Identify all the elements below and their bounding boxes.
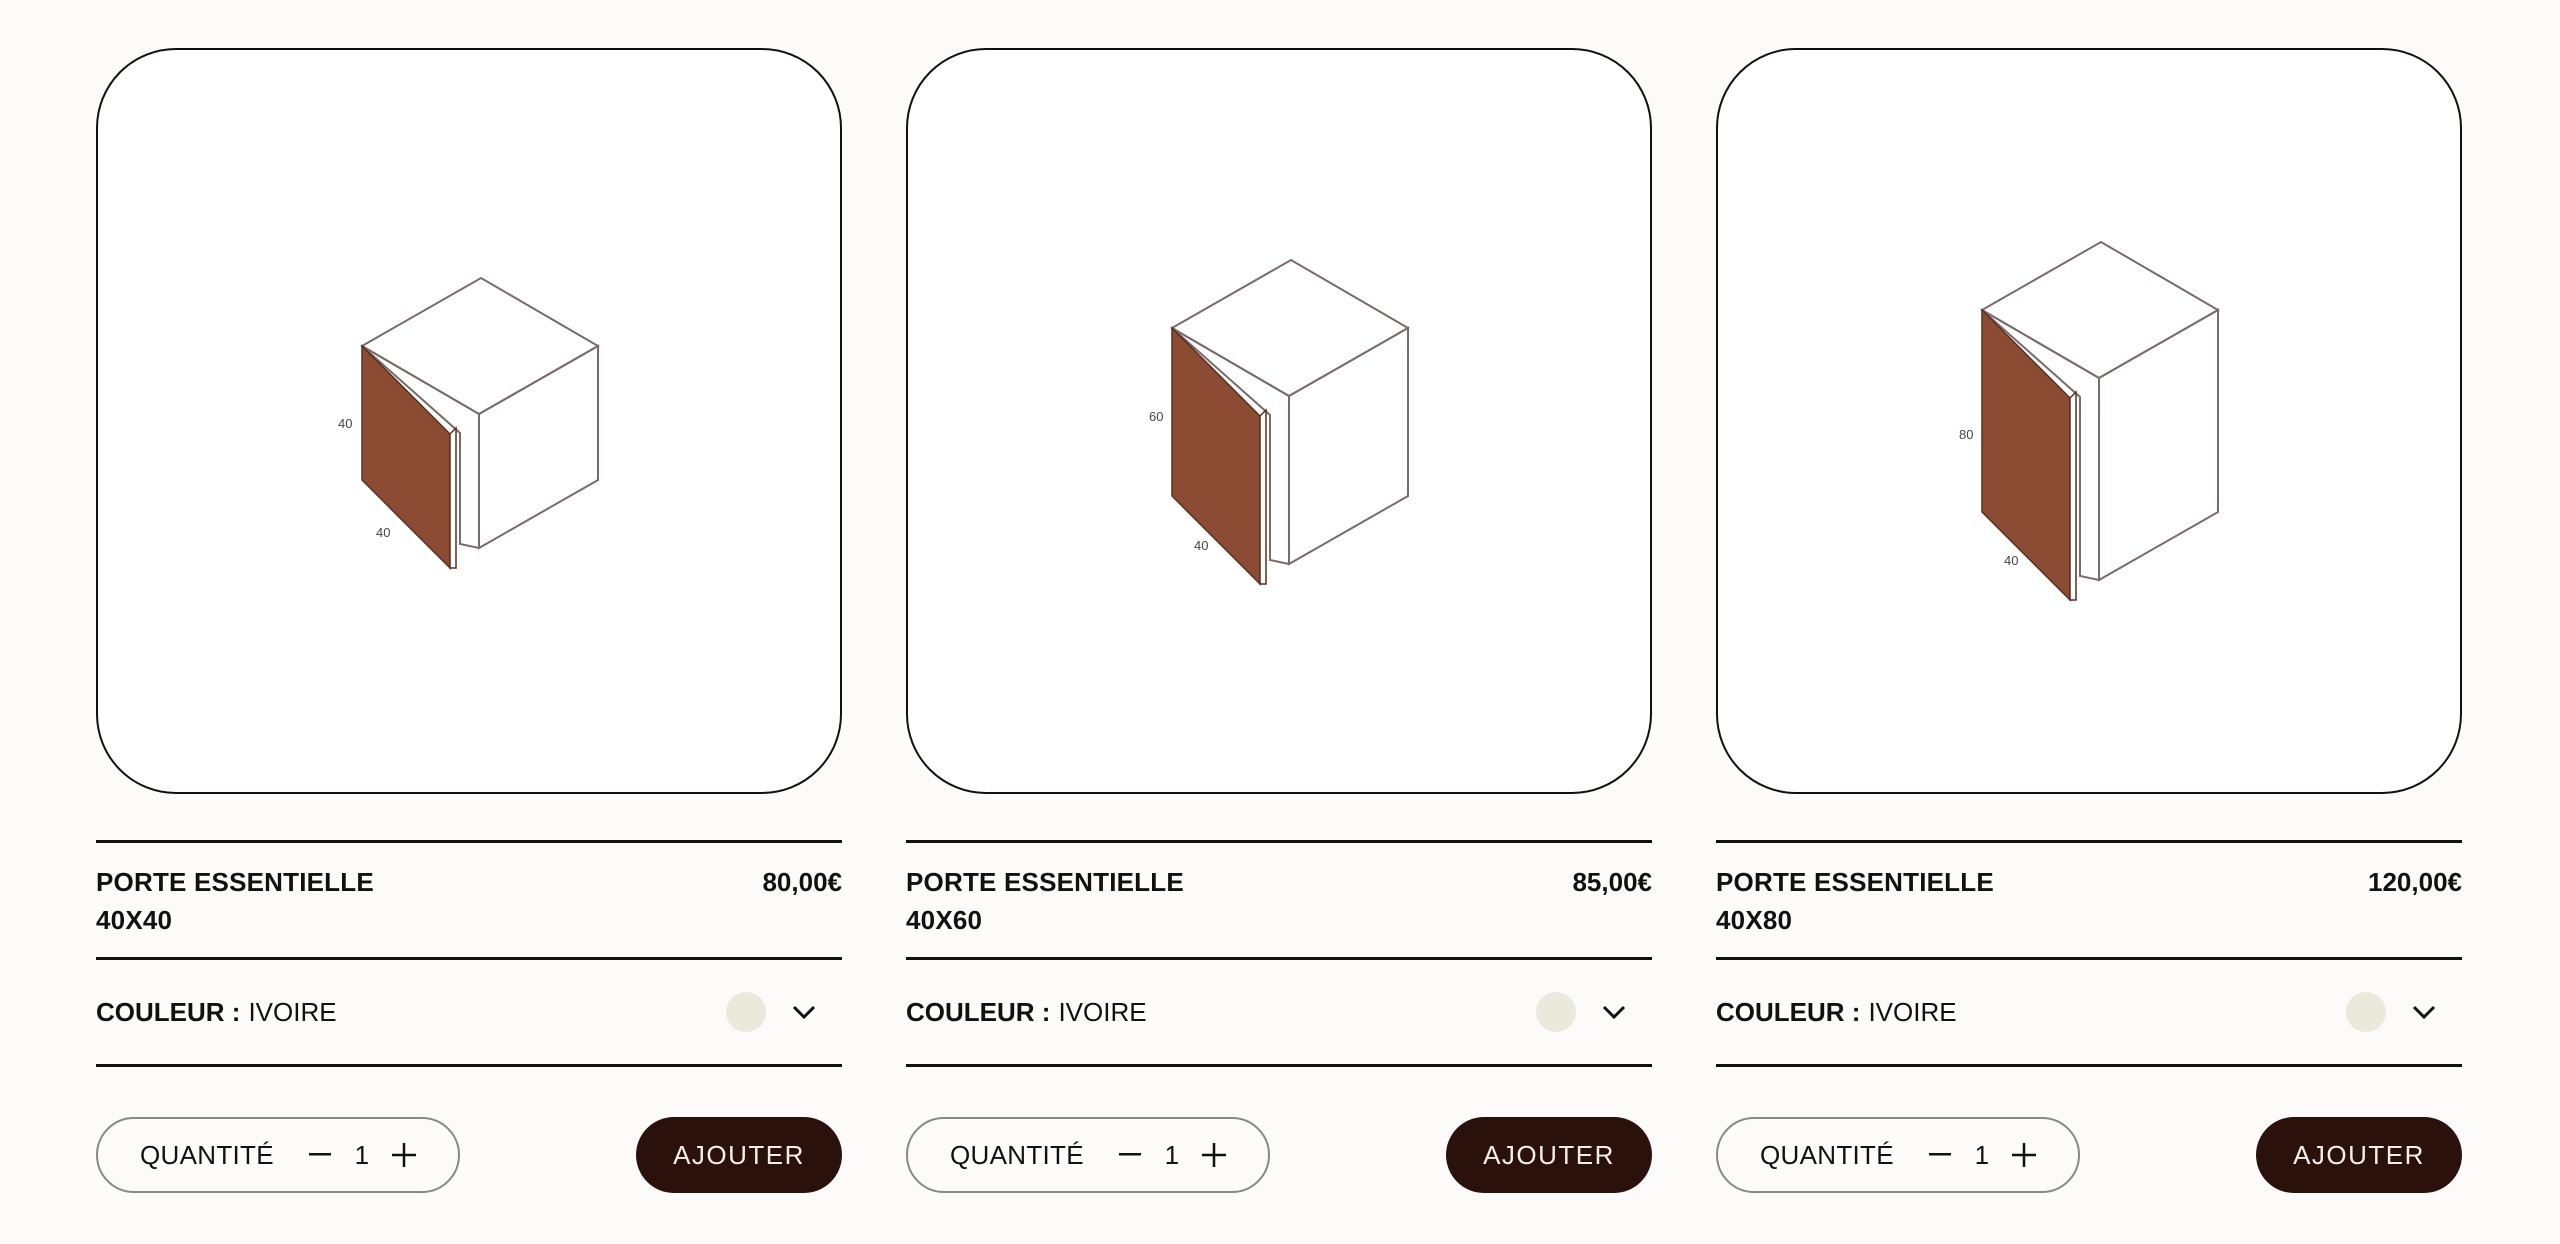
- quantity-stepper: QUANTITÉ 1: [1716, 1117, 2080, 1193]
- quantity-value[interactable]: 1: [1960, 1140, 2004, 1171]
- color-selector[interactable]: COULEUR : IVOIRE: [906, 960, 1652, 1067]
- add-to-cart-button[interactable]: AJOUTER: [636, 1117, 842, 1193]
- product-name-line1[interactable]: PORTE ESSENTIELLE: [1716, 863, 1994, 901]
- minus-icon[interactable]: [1920, 1135, 1960, 1175]
- product-actions: QUANTITÉ 1 AJOUTER: [96, 1117, 842, 1193]
- quantity-label: QUANTITÉ: [140, 1139, 274, 1170]
- dim-width-label: 40: [1194, 538, 1208, 553]
- color-label: COULEUR :: [96, 996, 241, 1027]
- product-name-line2[interactable]: 40X80: [1716, 901, 1994, 939]
- plus-icon[interactable]: [384, 1135, 424, 1175]
- add-to-cart-button[interactable]: AJOUTER: [2256, 1117, 2462, 1193]
- color-selector[interactable]: COULEUR : IVOIRE: [1716, 960, 2462, 1067]
- product-image[interactable]: 40 40: [96, 48, 842, 794]
- dim-width-label: 40: [376, 525, 390, 540]
- color-value: IVOIRE: [248, 996, 337, 1027]
- product-name[interactable]: PORTE ESSENTIELLE 40X60: [906, 863, 1184, 939]
- product-price: 80,00€: [762, 867, 842, 897]
- color-swatch[interactable]: [1536, 992, 1576, 1032]
- plus-icon[interactable]: [1194, 1135, 1234, 1175]
- product-card: 40 40 PORTE ESSENTIELLE 40X40 80,00€ COU…: [96, 48, 842, 1193]
- product-actions: QUANTITÉ 1 AJOUTER: [906, 1117, 1652, 1193]
- product-name[interactable]: PORTE ESSENTIELLE 40X40: [96, 863, 374, 939]
- product-card: 60 40 PORTE ESSENTIELLE 40X60 85,00€ COU…: [906, 48, 1652, 1193]
- product-price: 120,00€: [2368, 867, 2462, 897]
- quantity-label: QUANTITÉ: [950, 1139, 1084, 1170]
- product-info: PORTE ESSENTIELLE 40X40 80,00€: [96, 840, 842, 960]
- color-value: IVOIRE: [1868, 996, 1957, 1027]
- product-actions: QUANTITÉ 1 AJOUTER: [1716, 1117, 2462, 1193]
- color-swatch[interactable]: [2346, 992, 2386, 1032]
- product-price: 85,00€: [1572, 867, 1652, 897]
- product-info: PORTE ESSENTIELLE 40X80 120,00€: [1716, 840, 2462, 960]
- dim-height-label: 80: [1959, 427, 1973, 442]
- product-name-line2[interactable]: 40X40: [96, 901, 374, 939]
- dim-height-label: 40: [338, 416, 352, 431]
- cube-door-illustration: 40 40: [338, 276, 601, 570]
- cube-door-illustration: 80 40: [1959, 240, 2221, 602]
- product-grid: 40 40 PORTE ESSENTIELLE 40X40 80,00€ COU…: [96, 48, 2464, 1193]
- color-selector[interactable]: COULEUR : IVOIRE: [96, 960, 842, 1067]
- product-name[interactable]: PORTE ESSENTIELLE 40X80: [1716, 863, 1994, 939]
- chevron-down-icon[interactable]: [784, 992, 824, 1032]
- product-name-line1[interactable]: PORTE ESSENTIELLE: [906, 863, 1184, 901]
- chevron-down-icon[interactable]: [2404, 992, 2444, 1032]
- product-card: 80 40 PORTE ESSENTIELLE 40X80 120,00€ CO…: [1716, 48, 2462, 1193]
- minus-icon[interactable]: [1110, 1135, 1150, 1175]
- color-value: IVOIRE: [1058, 996, 1147, 1027]
- product-name-line2[interactable]: 40X60: [906, 901, 1184, 939]
- color-swatch[interactable]: [726, 992, 766, 1032]
- cube-door-illustration: 60 40: [1149, 258, 1411, 586]
- color-label: COULEUR :: [1716, 996, 1861, 1027]
- dim-height-label: 60: [1149, 409, 1163, 424]
- dim-width-label: 40: [2004, 553, 2018, 568]
- product-image[interactable]: 80 40: [1716, 48, 2462, 794]
- quantity-value[interactable]: 1: [340, 1140, 384, 1171]
- color-label: COULEUR :: [906, 996, 1051, 1027]
- add-to-cart-button[interactable]: AJOUTER: [1446, 1117, 1652, 1193]
- quantity-stepper: QUANTITÉ 1: [906, 1117, 1270, 1193]
- product-name-line1[interactable]: PORTE ESSENTIELLE: [96, 863, 374, 901]
- quantity-label: QUANTITÉ: [1760, 1139, 1894, 1170]
- product-image[interactable]: 60 40: [906, 48, 1652, 794]
- plus-icon[interactable]: [2004, 1135, 2044, 1175]
- product-info: PORTE ESSENTIELLE 40X60 85,00€: [906, 840, 1652, 960]
- quantity-value[interactable]: 1: [1150, 1140, 1194, 1171]
- chevron-down-icon[interactable]: [1594, 992, 1634, 1032]
- quantity-stepper: QUANTITÉ 1: [96, 1117, 460, 1193]
- minus-icon[interactable]: [300, 1135, 340, 1175]
